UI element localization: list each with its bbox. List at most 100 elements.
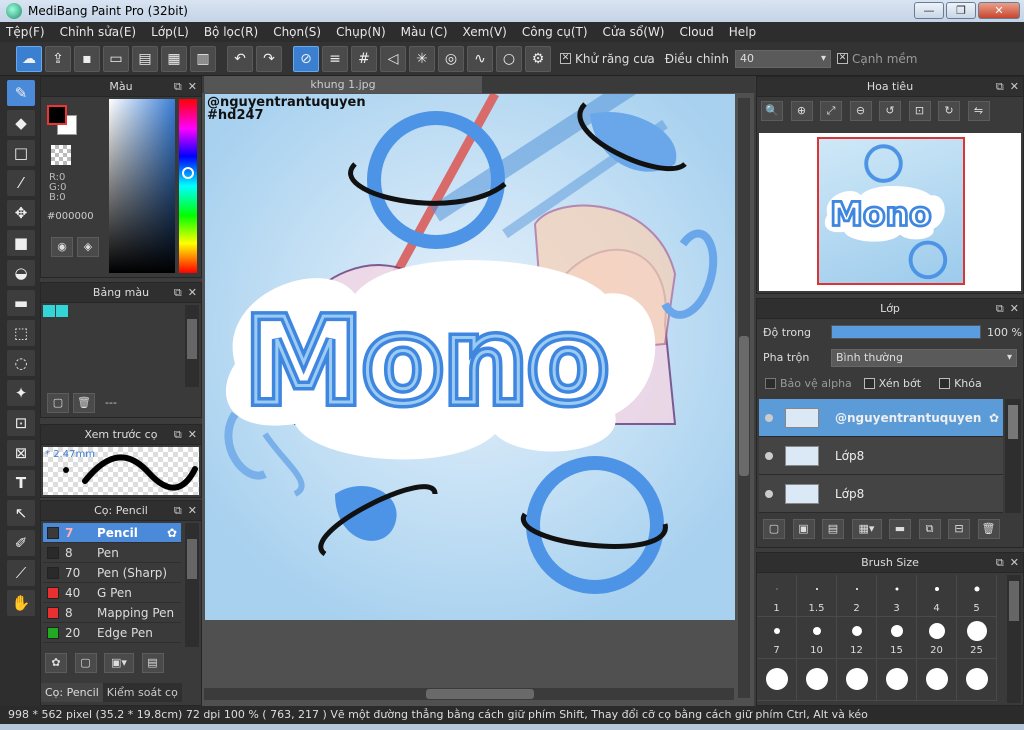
artwork[interactable]: Mono Mono @nguyentrantuquyen #hd247: [205, 94, 735, 620]
brush-size-cell[interactable]: [837, 659, 877, 701]
layer-row[interactable]: Lớp8: [759, 437, 1003, 475]
antialias-checkbox[interactable]: ✕: [560, 53, 571, 64]
float-icon[interactable]: ⧉: [996, 556, 1004, 569]
menu-edit[interactable]: Chỉnh sửa(E): [60, 25, 137, 39]
navigator-thumbnail[interactable]: Mono: [759, 133, 1021, 291]
transparent-swatch[interactable]: [51, 145, 71, 165]
close-panel-icon[interactable]: ✕: [188, 504, 197, 517]
brush-item[interactable]: 20 Edge Pen: [43, 623, 181, 643]
menu-layer[interactable]: Lớp(L): [151, 25, 189, 39]
rotate-right-icon[interactable]: ↻: [938, 101, 960, 121]
close-panel-icon[interactable]: ✕: [1010, 556, 1019, 569]
menu-window[interactable]: Cửa sổ(W): [603, 25, 665, 39]
magic-wand-tool-icon[interactable]: ✦: [7, 380, 35, 406]
brush-size-cell[interactable]: 10: [797, 617, 837, 659]
merge-layer-icon[interactable]: ⊟: [948, 519, 970, 539]
brush-options-icon[interactable]: ▣▾: [104, 653, 134, 673]
hue-cursor-icon[interactable]: [182, 167, 194, 179]
brush-size-cell[interactable]: 1.5: [797, 575, 837, 617]
visibility-icon[interactable]: [765, 451, 773, 460]
brush-size-cell[interactable]: 2: [837, 575, 877, 617]
page-icon[interactable]: ▤: [132, 45, 158, 72]
brush-item[interactable]: 8 Mapping Pen: [43, 603, 181, 623]
brush-item[interactable]: 70 Pen (Sharp): [43, 563, 181, 583]
brush-size-cell[interactable]: 15: [877, 617, 917, 659]
menu-view[interactable]: Xem(V): [463, 25, 507, 39]
brush-size-cell[interactable]: [797, 659, 837, 701]
eyedropper-tool-icon[interactable]: ⟋: [7, 560, 35, 586]
select-rect-tool-icon[interactable]: ⬚: [7, 320, 35, 346]
new-palette-icon[interactable]: ▢: [47, 393, 69, 413]
snap-concentric-icon[interactable]: ◎: [438, 45, 464, 72]
message-icon[interactable]: ▭: [103, 45, 129, 72]
zoom-in-icon[interactable]: ⊕: [790, 101, 813, 121]
comment-icon[interactable]: ▪: [74, 45, 100, 72]
lasso-tool-icon[interactable]: ◌: [7, 350, 35, 376]
operation-tool-icon[interactable]: ↖: [7, 500, 35, 526]
document-tab[interactable]: khung 1.jpg: [204, 76, 482, 93]
horizontal-scrollbar[interactable]: [204, 688, 734, 700]
text-tool-icon[interactable]: T: [7, 470, 35, 496]
fill-rect-tool-icon[interactable]: ■: [7, 230, 35, 256]
close-panel-icon[interactable]: ✕: [188, 80, 197, 93]
menu-cloud[interactable]: Cloud: [680, 25, 714, 39]
zoom-icon[interactable]: 🔍: [761, 101, 783, 121]
snap-perspective-icon[interactable]: ◁: [380, 45, 406, 72]
folder-icon[interactable]: ▬: [889, 519, 911, 539]
menu-file[interactable]: Tệp(F): [6, 25, 45, 39]
delete-palette-icon[interactable]: 🗑: [73, 393, 95, 413]
adjust-input[interactable]: 40: [734, 49, 831, 68]
panels-icon[interactable]: ▥: [190, 45, 216, 72]
snap-curve-icon[interactable]: ∿: [467, 45, 493, 72]
duplicate-layer-icon[interactable]: ⧉: [918, 519, 941, 539]
lock-checkbox[interactable]: [939, 378, 951, 389]
gradient-tool-icon[interactable]: ▬: [7, 290, 35, 316]
snap-settings-icon[interactable]: ⚙: [525, 45, 551, 72]
snap-radial-icon[interactable]: ✳: [409, 45, 435, 72]
menu-select[interactable]: Chọn(S): [273, 25, 321, 39]
layer-row[interactable]: Lớp8: [759, 475, 1003, 513]
color-settings-icon[interactable]: ◈: [77, 237, 99, 257]
palette-swatch[interactable]: [56, 305, 68, 317]
menu-snap[interactable]: Chụp(N): [336, 25, 386, 39]
snap-circle-icon[interactable]: ○: [496, 45, 522, 72]
brush-size-cell[interactable]: 25: [957, 617, 997, 659]
float-icon[interactable]: ⧉: [174, 80, 182, 93]
clip-checkbox[interactable]: [863, 378, 875, 389]
upload-icon[interactable]: ⇪: [45, 45, 71, 72]
brush-size-cell[interactable]: 4: [917, 575, 957, 617]
palette-icon[interactable]: ◉: [51, 237, 73, 257]
flip-icon[interactable]: ⇋: [967, 101, 990, 121]
fit-icon[interactable]: ⤢: [820, 101, 842, 121]
palette-swatch[interactable]: [43, 305, 55, 317]
rectangle-tool-icon[interactable]: □: [7, 140, 35, 166]
undo-icon[interactable]: ↶: [227, 45, 253, 72]
opacity-slider[interactable]: [831, 325, 981, 339]
tab-brush[interactable]: Cọ: Pencil: [41, 683, 103, 702]
snap-off-icon[interactable]: ⊘: [293, 45, 319, 72]
brush-size-cell[interactable]: 3: [877, 575, 917, 617]
select-eraser-tool-icon[interactable]: ⊠: [7, 440, 35, 466]
new-brush-icon[interactable]: ▢: [74, 653, 97, 673]
layer-row[interactable]: @nguyentrantuquyen ✿: [759, 399, 1003, 437]
brush-item[interactable]: 40 G Pen: [43, 583, 181, 603]
brush-size-cell[interactable]: 12: [837, 617, 877, 659]
brush-size-cell[interactable]: 5: [957, 575, 997, 617]
float-icon[interactable]: ⧉: [996, 80, 1004, 93]
brush-size-cell[interactable]: 7: [757, 617, 797, 659]
new-layer-icon[interactable]: ▢: [763, 519, 785, 539]
dot-tool-icon[interactable]: ⁄: [7, 170, 35, 196]
color-saturation-box[interactable]: [109, 99, 175, 273]
protect-alpha-checkbox[interactable]: [765, 378, 776, 389]
add-layer-menu-icon[interactable]: ▦▾: [851, 519, 882, 539]
brush-size-cell[interactable]: 1: [757, 575, 797, 617]
add-brush-icon[interactable]: ✿: [45, 653, 67, 673]
new-8bit-layer-icon[interactable]: ▤: [822, 519, 844, 539]
blend-mode-select[interactable]: Bình thường: [831, 349, 1017, 367]
close-button[interactable]: ✕: [978, 2, 1020, 19]
brush-item[interactable]: 7 Pencil ✿: [43, 523, 181, 543]
reset-view-icon[interactable]: ⊡: [908, 101, 931, 121]
new-halftone-layer-icon[interactable]: ▣: [792, 519, 815, 539]
close-panel-icon[interactable]: ✕: [1010, 302, 1019, 315]
float-icon[interactable]: ⧉: [996, 302, 1004, 315]
